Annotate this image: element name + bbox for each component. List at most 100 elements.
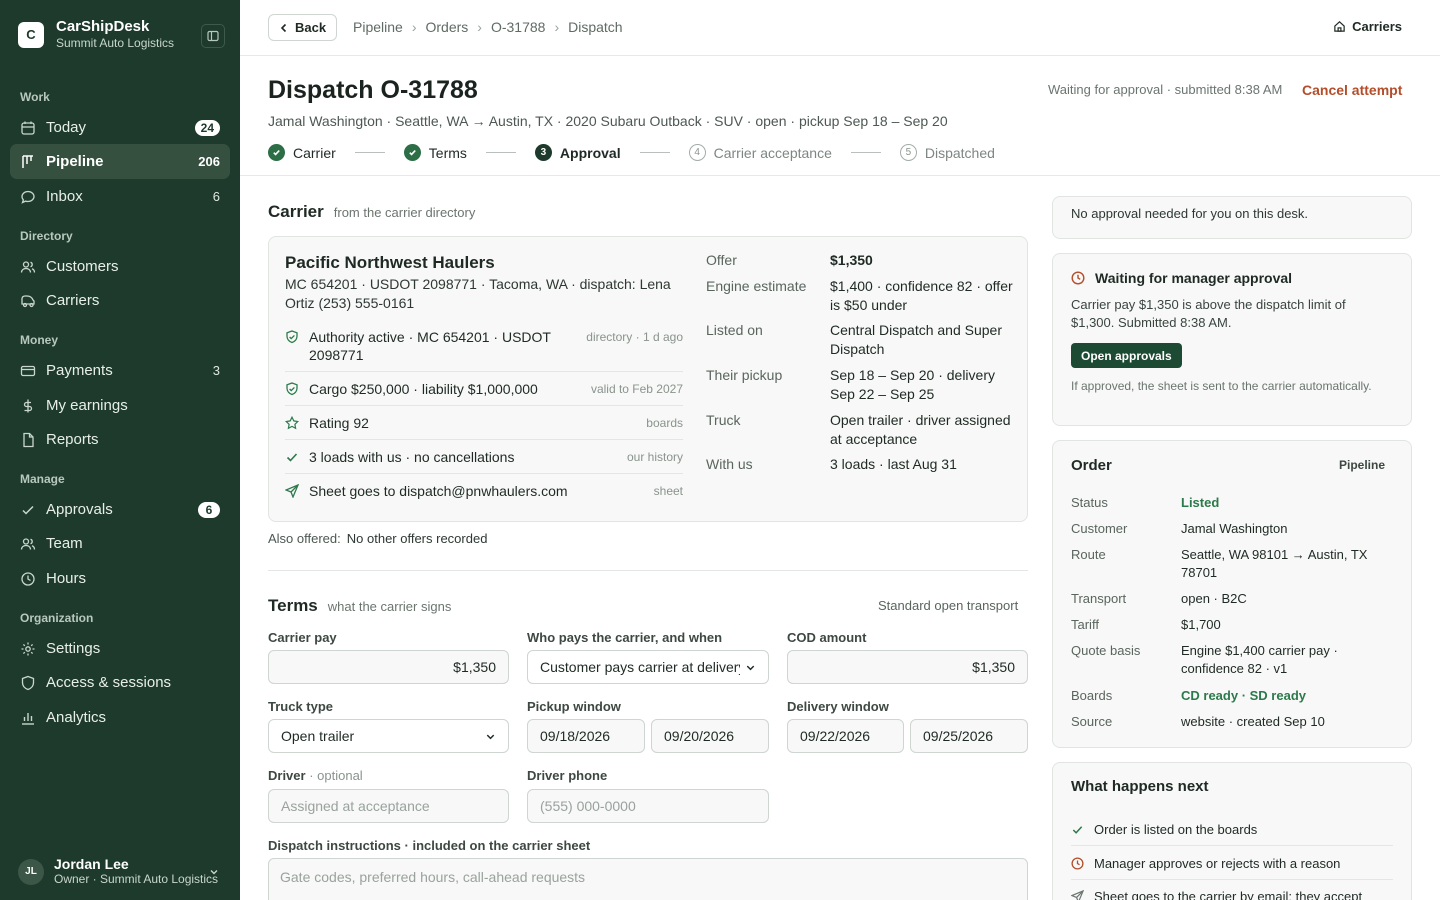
open-approvals-button[interactable]: Open approvals: [1071, 343, 1182, 368]
back-button[interactable]: Back: [268, 14, 338, 41]
check-source: our history: [626, 450, 683, 464]
detail-key: With us: [706, 456, 753, 472]
chevron-down-icon[interactable]: [208, 866, 220, 878]
instructions-label: Dispatch instructions · included on the …: [268, 838, 591, 853]
sidebar-item-settings[interactable]: Settings: [10, 631, 230, 666]
carrier-heading: Carrier: [268, 202, 324, 221]
star-icon: [285, 416, 299, 430]
step-connector: [485, 152, 516, 153]
detail-value: Central Dispatch and Super Dispatch: [830, 322, 1002, 357]
carrier-section-title: Carrier from the carrier directory: [268, 202, 475, 222]
step-carrier[interactable]: Carrier: [268, 144, 336, 161]
collapse-sidebar-button[interactable]: [201, 24, 225, 48]
carrier-pay-input[interactable]: $1,350: [268, 650, 509, 684]
pickup-from-input[interactable]: 09/18/2026: [527, 719, 645, 753]
check-source: sheet: [653, 484, 683, 498]
check-icon: [403, 144, 421, 161]
section-label-work: Work: [20, 90, 50, 104]
sidebar-item-analytics[interactable]: Analytics: [10, 700, 230, 735]
check-authority: Authority active · MC 654201 · USDOT 209…: [285, 328, 683, 372]
truck-icon: [21, 294, 35, 307]
sidebar-item-customers[interactable]: Customers: [10, 249, 230, 284]
step-label: Approval: [559, 144, 621, 161]
order-key: Quote basis: [1071, 643, 1141, 658]
driver-input[interactable]: Assigned at acceptance: [268, 789, 509, 823]
sidebar-item-hours[interactable]: Hours: [10, 561, 230, 596]
breadcrumb-pipeline[interactable]: Pipeline: [353, 19, 403, 35]
cod-amount-input[interactable]: $1,350: [787, 650, 1028, 684]
sidebar-item-payments[interactable]: Payments 3: [10, 353, 230, 388]
step-label: Terms: [428, 144, 467, 161]
breadcrumb-orders[interactable]: Orders: [426, 19, 469, 35]
order-key: Tariff: [1071, 617, 1099, 632]
user-menu[interactable]: JL Jordan Lee Owner · Summit Auto Logist…: [18, 856, 218, 887]
who-pays-label: Who pays the carrier, and when: [527, 630, 723, 645]
next-steps-title: What happens next: [1071, 778, 1209, 795]
carrier-heading-sub: from the carrier directory: [333, 205, 476, 220]
terms-template[interactable]: Standard open transport: [878, 598, 1018, 613]
sidebar-item-inbox[interactable]: Inbox 6: [10, 179, 230, 214]
driver-phone-input[interactable]: (555) 000-0000: [527, 789, 769, 823]
step-dispatched: 5 Dispatched: [899, 144, 995, 161]
step-approval[interactable]: 3 Approval: [534, 144, 621, 161]
detail-value: Open trailer · driver assigned at accept…: [830, 412, 1011, 447]
terms-section-title: Terms what the carrier signs: [268, 596, 451, 616]
sidebar-item-reports[interactable]: Reports: [10, 422, 230, 457]
breadcrumb-order[interactable]: O-31788: [491, 19, 545, 35]
cancel-attempt-button[interactable]: Cancel attempt: [1302, 82, 1402, 98]
send-icon: [1071, 890, 1084, 900]
sidebar-item-pipeline[interactable]: Pipeline 206: [10, 144, 230, 179]
cod-label: COD amount: [787, 630, 867, 645]
detail-key: Truck: [706, 412, 741, 428]
order-value: Engine $1,400 carrier pay · confidence 8…: [1181, 643, 1338, 676]
sidebar-item-label: Approvals: [46, 501, 113, 518]
check-cargo: Cargo $250,000 · liability $1,000,000 va…: [285, 380, 683, 406]
carriers-link[interactable]: Carriers: [1333, 19, 1402, 34]
delivery-from-input[interactable]: 09/22/2026: [787, 719, 904, 753]
carrier-info: MC 654201 · USDOT 2098771 · Tacoma, WA ·…: [285, 276, 671, 311]
truck-type-select[interactable]: Open trailer: [268, 719, 509, 753]
step-label: Carrier: [293, 144, 336, 161]
detail-key: Listed on: [706, 322, 763, 338]
brand[interactable]: C CarShipDesk Summit Auto Logistics: [18, 18, 174, 51]
check-source: directory · 1 d ago: [586, 330, 683, 344]
sidebar-item-team[interactable]: Team: [10, 526, 230, 561]
sidebar-item-approvals[interactable]: Approvals 6: [10, 492, 230, 527]
sidebar: C CarShipDesk Summit Auto Logistics Work…: [0, 0, 240, 900]
pickup-to-input[interactable]: 09/20/2026: [651, 719, 769, 753]
sidebar-item-label: Team: [46, 535, 83, 552]
carrier-name[interactable]: Pacific Northwest Haulers: [285, 253, 495, 273]
sidebar-item-label: Analytics: [46, 709, 107, 726]
check-text: Authority active · MC 654201 · USDOT 209…: [309, 329, 551, 363]
sidebar-item-label: Reports: [46, 431, 99, 448]
chevron-down-icon: [746, 665, 755, 670]
sidebar-item-label: Customers: [46, 258, 119, 275]
delivery-to-input[interactable]: 09/25/2026: [910, 719, 1028, 753]
sidebar-item-my-earnings[interactable]: My earnings: [10, 388, 230, 423]
next-steps-card: What happens next Order is listed on the…: [1052, 762, 1412, 900]
order-key: Source: [1071, 714, 1113, 729]
pipeline-link[interactable]: Pipeline: [1339, 458, 1385, 472]
driver-label: Driver · optional: [268, 768, 363, 783]
shield-check-icon: [286, 330, 298, 344]
detail-key: Offer: [706, 252, 737, 268]
step-connector: [850, 152, 881, 153]
next-step-item: Order is listed on the boards: [1071, 822, 1393, 846]
sidebar-item-carriers[interactable]: Carriers: [10, 283, 230, 318]
sidebar-item-today[interactable]: Today 24: [10, 110, 230, 145]
clock-icon: [21, 571, 35, 586]
step-number: 5: [899, 144, 917, 161]
dispatch-instructions-textarea[interactable]: Gate codes, preferred hours, call-ahead …: [268, 858, 1028, 900]
progress-steps: Carrier Terms 3 Approval 4 Carrier accep…: [268, 144, 995, 161]
sidebar-item-access-sessions[interactable]: Access & sessions: [10, 665, 230, 700]
chevron-right-icon: ›: [411, 19, 417, 35]
pickup-window-label: Pickup window: [527, 699, 621, 714]
detail-value: $1,400 · confidence 82 · offer is $50 un…: [830, 278, 1013, 313]
sidebar-item-label: Payments: [46, 362, 113, 379]
truck-type-value: Open trailer: [281, 728, 355, 744]
order-key: Customer: [1071, 521, 1128, 536]
who-pays-select[interactable]: Customer pays carrier at delivery: [527, 650, 769, 684]
step-terms[interactable]: Terms: [403, 144, 467, 161]
step-connector: [639, 152, 670, 153]
step-connector: [354, 152, 385, 153]
